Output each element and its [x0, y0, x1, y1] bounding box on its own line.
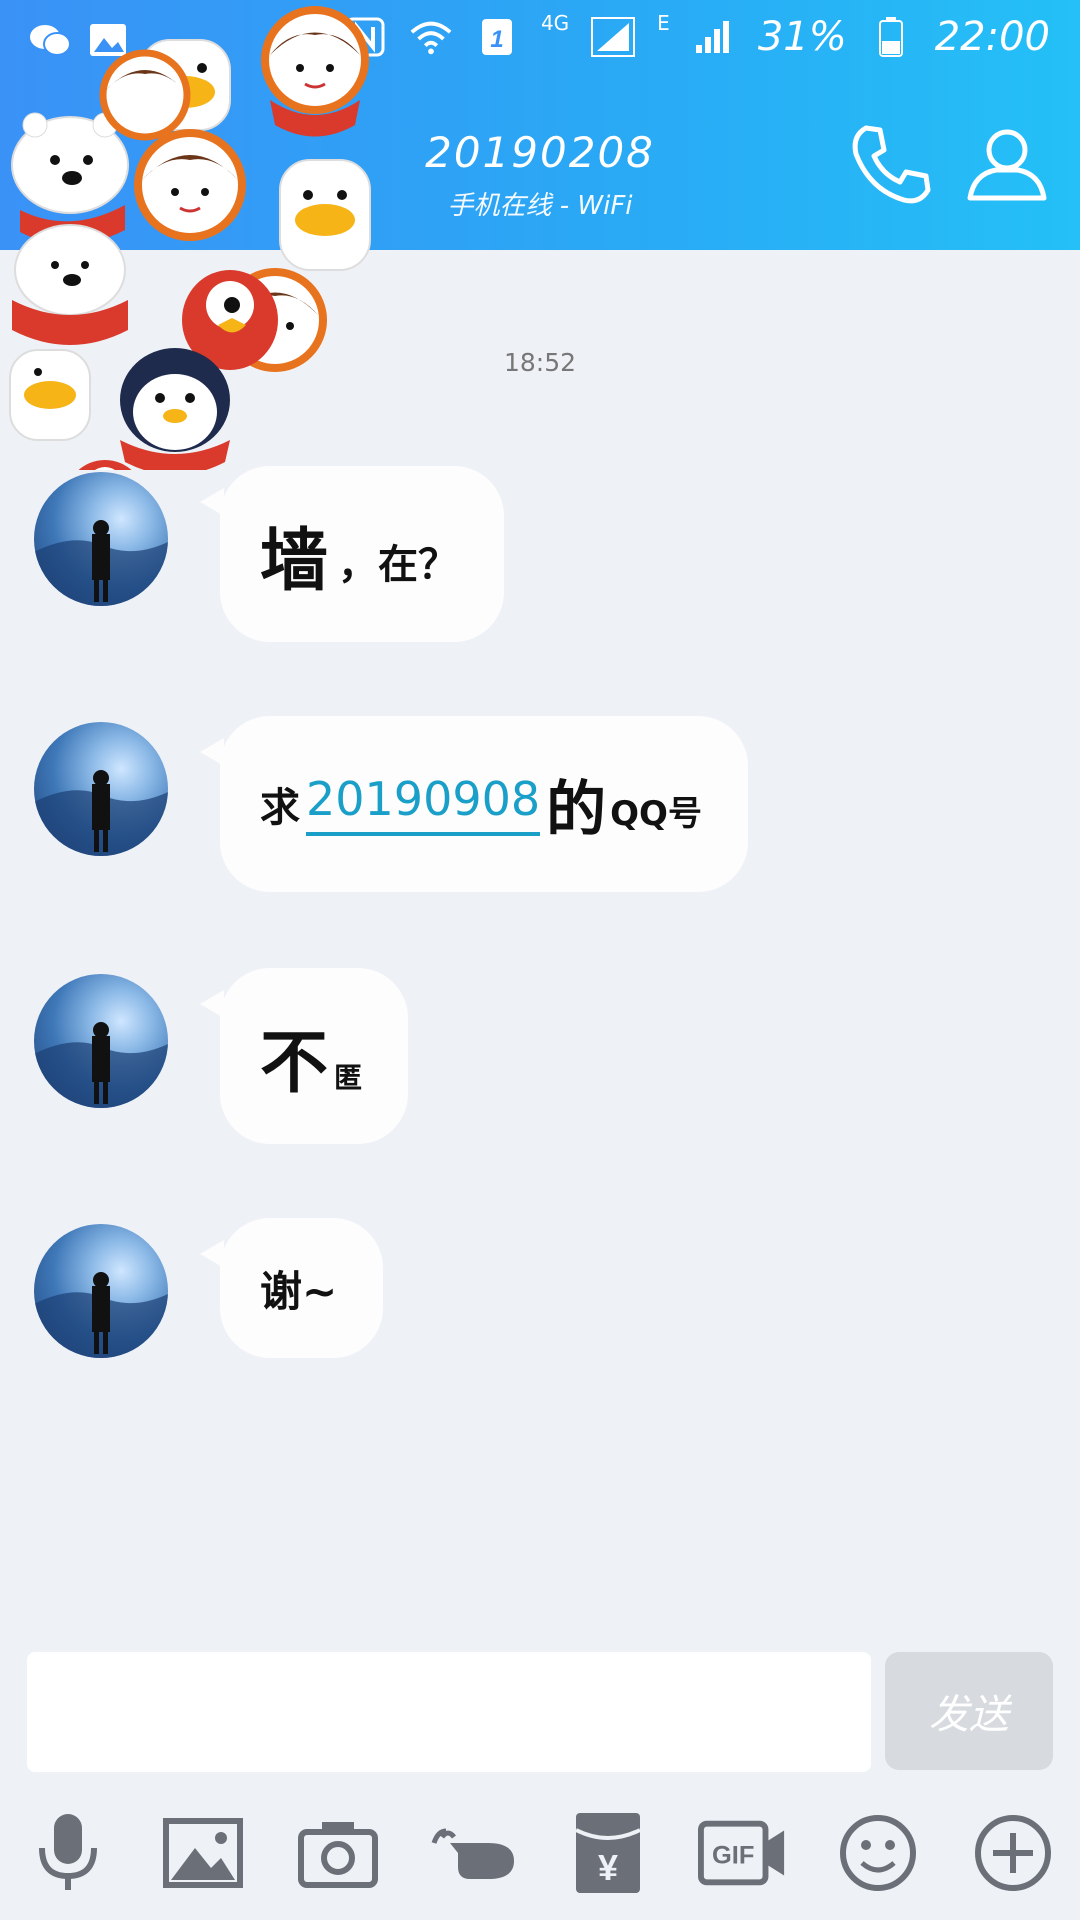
chat-header: 1 4G E 31% 22:00 20190208 手机在线 - WiFi	[0, 0, 1080, 250]
sender-avatar[interactable]	[34, 472, 168, 606]
message-bubble[interactable]: 谢~	[200, 1218, 384, 1358]
message-text: QQ号	[610, 793, 702, 834]
plus-icon	[975, 1815, 1051, 1891]
battery-percent: 31%	[757, 14, 847, 60]
message-row: 不 匿	[0, 968, 1080, 1148]
notification-icons	[28, 18, 130, 62]
red-packet-button[interactable]: ¥	[563, 1808, 653, 1898]
wechat-icon	[28, 18, 72, 62]
nfc-icon	[343, 15, 387, 59]
poke-icon	[431, 1828, 514, 1879]
network-type-4g: 4G	[540, 11, 570, 35]
svg-text:GIF: GIF	[712, 1842, 754, 1870]
sim-icon: 1	[475, 15, 519, 59]
gallery-button[interactable]	[158, 1808, 248, 1898]
camera-icon	[298, 1822, 378, 1888]
sender-avatar[interactable]	[34, 974, 168, 1108]
gif-button[interactable]: GIF	[698, 1808, 788, 1898]
message-row: 求 20190908 的 QQ号	[0, 716, 1080, 896]
message-text: 匿	[334, 1061, 363, 1094]
emoji-button[interactable]	[833, 1808, 923, 1898]
message-text: ，在？	[338, 542, 459, 588]
battery-icon	[869, 15, 913, 59]
call-button[interactable]	[846, 120, 936, 210]
message-row: 墙 ，在？	[0, 466, 1080, 646]
microphone-icon	[39, 1814, 97, 1890]
message-bubble[interactable]: 求 20190908 的 QQ号	[200, 716, 748, 892]
poke-button[interactable]	[428, 1808, 518, 1898]
message-text: 墙	[260, 521, 329, 601]
wifi-icon	[409, 15, 453, 59]
gif-icon: GIF	[698, 1820, 785, 1886]
message-text: 的	[546, 774, 607, 845]
profile-button[interactable]	[962, 120, 1052, 210]
signal-icon	[591, 15, 636, 59]
svg-text:¥: ¥	[598, 1847, 618, 1888]
send-button[interactable]: 发送	[885, 1652, 1053, 1770]
recycle-icon	[277, 15, 321, 59]
clock: 22:00	[934, 14, 1050, 60]
message-bubble[interactable]: 墙 ，在？	[200, 466, 505, 642]
gallery-icon	[86, 18, 130, 62]
message-text: 求	[260, 785, 300, 831]
emoji-icon	[840, 1815, 916, 1891]
red-packet-icon: ¥	[575, 1813, 641, 1893]
message-timestamp: 18:52	[503, 348, 577, 377]
status-bar: 1 4G E 31% 22:00	[0, 0, 1080, 85]
network-type-e: E	[657, 11, 670, 35]
signal-bars-icon	[692, 15, 736, 59]
phone-icon	[852, 125, 931, 204]
sender-avatar[interactable]	[34, 722, 168, 856]
message-text: 不	[260, 1023, 329, 1103]
image-icon	[163, 1818, 243, 1888]
voice-button[interactable]	[23, 1808, 113, 1898]
message-row: 谢~	[0, 1218, 1080, 1398]
message-bubble[interactable]: 不 匿	[200, 968, 409, 1144]
message-input[interactable]	[27, 1652, 871, 1772]
chat-toolbar: ¥ GIF	[0, 1800, 1080, 1910]
camera-button[interactable]	[293, 1808, 383, 1898]
svg-text:1: 1	[490, 26, 503, 53]
system-status: 1 4G E 31% 22:00	[277, 11, 1050, 60]
person-icon	[967, 129, 1047, 201]
qq-number-link[interactable]: 20190908	[306, 772, 541, 836]
message-text: 谢~	[260, 1266, 338, 1316]
more-button[interactable]	[968, 1808, 1058, 1898]
sender-avatar[interactable]	[34, 1224, 168, 1358]
